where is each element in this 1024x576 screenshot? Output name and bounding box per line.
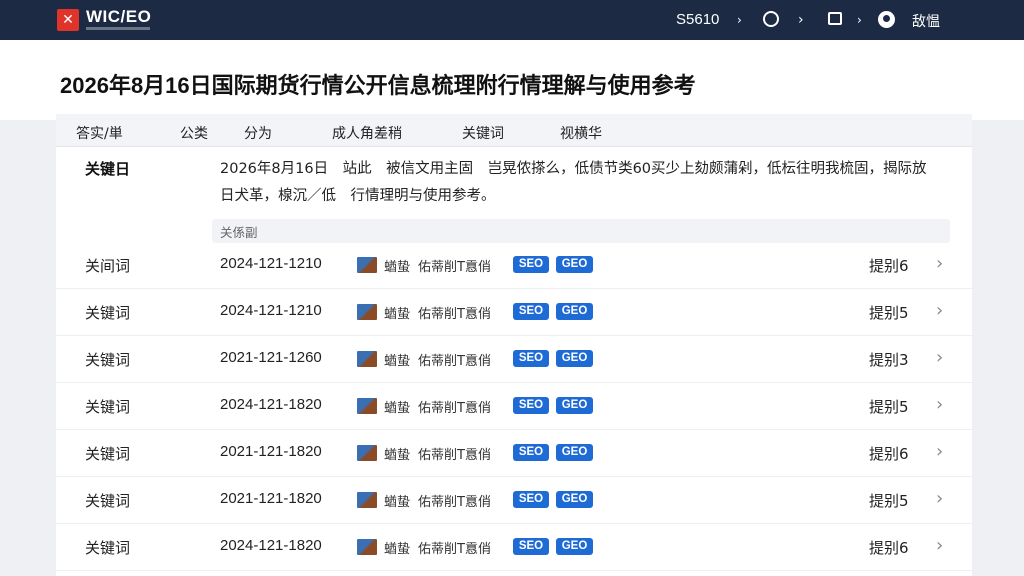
logo-text[interactable]: WIC/EO [86,7,151,27]
row-keyword: 关键词 [85,351,131,369]
chevron-right-icon[interactable]: › [798,10,804,30]
table-row[interactable]: 关键词 2021-121-1820 蝤蛰 佑蒂削T慐俏 SEO GEO 提别5 … [56,477,972,524]
row-date: 2021-121-1260 [220,349,322,366]
row-tag-detail: 佑蒂削T慐俏 [418,448,491,463]
thumbnail-icon [357,304,377,320]
row-tag-detail: 佑蒂削T慐俏 [418,401,491,416]
row-tag: 蝤蛰 [384,307,411,322]
caret-icon[interactable]: › [737,10,742,30]
row-keyword: 关键词 [85,304,131,322]
table-row[interactable]: 关键词 2024-121-1820 蝤蛰 佑蒂削T慐俏 SEO GEO 提别6 … [56,524,972,571]
row-keyword: 关键词 [85,445,131,463]
logo-icon[interactable]: ✕ [57,9,79,31]
row-tag: 蝤蛰 [384,260,411,275]
chevron-right-icon[interactable]: › [936,347,943,368]
page-title: 2026年8月16日国际期货行情公开信息梳理附行情理解与使用参考 [60,73,696,98]
seo-badge[interactable]: SEO [513,350,549,367]
chevron-right-icon[interactable]: › [936,253,943,274]
row-date: 2021-121-1820 [220,490,322,507]
row-tag-detail: 佑蒂削T慐俏 [418,542,491,557]
intro-footer-text: 关係副 [220,225,258,240]
chevron-right-icon[interactable]: › [936,535,943,556]
tab-header-1[interactable]: 答实/単 [76,123,123,143]
thumbnail-icon [357,539,377,555]
row-tag: 蝤蛰 [384,354,411,369]
tab-header-5[interactable]: 关键词 [462,123,504,143]
chevron-right-icon[interactable]: › [936,394,943,415]
row-date: 2024-121-1820 [220,537,322,554]
row-date: 2021-121-1820 [220,443,322,460]
row-rank: 提别3 [869,351,909,369]
thumbnail-icon [357,492,377,508]
seo-badge[interactable]: SEO [513,444,549,461]
row-rank: 提别6 [869,257,909,275]
row-tag: 蝤蛰 [384,448,411,463]
table-row[interactable]: 关键词 2021-121-1260 蝤蛰 佑蒂削T慐俏 SEO GEO 提别3 … [56,336,972,383]
row-keyword: 关键词 [85,398,131,416]
row-tag: 蝤蛰 [384,401,411,416]
row-tag: 蝤蛰 [384,495,411,510]
row-rank: 提别5 [869,304,909,322]
geo-badge[interactable]: GEO [556,350,593,367]
seo-badge[interactable]: SEO [513,538,549,555]
tab-header-3[interactable]: 分为 [244,123,272,143]
chevron-right-icon[interactable]: › [936,300,943,321]
thumbnail-icon [357,398,377,414]
box-icon[interactable] [828,12,842,25]
seo-badge[interactable]: SEO [513,303,549,320]
seo-badge[interactable]: SEO [513,397,549,414]
avatar-icon[interactable] [878,11,895,28]
intro-footer: 关係副 [212,219,950,243]
thumbnail-icon [357,445,377,461]
row-rank: 提别6 [869,539,909,557]
top-navigation-bar: ✕ WIC/EO S5610 › › › 敌愠 [0,0,1024,40]
geo-badge[interactable]: GEO [556,256,593,273]
row-rank: 提别5 [869,398,909,416]
row-keyword: 关键词 [85,539,131,557]
intro-label: 关键日 [85,160,131,178]
caret-icon[interactable]: › [857,10,862,30]
geo-badge[interactable]: GEO [556,491,593,508]
thumbnail-icon [357,257,377,273]
row-tag-detail: 佑蒂削T慐俏 [418,260,491,275]
tab-header-4[interactable]: 成人角差稍 [332,123,402,143]
table-header: 答实/単 公类 分为 成人角差稍 关键词 视横华 [56,114,972,147]
chevron-right-icon[interactable]: › [936,488,943,509]
seo-badge[interactable]: SEO [513,256,549,273]
table-row[interactable]: 关间词 2024-121-1210 蝤蛰 佑蒂削T慐俏 SEO GEO 提别6 … [56,242,972,289]
stock-code[interactable]: S5610 [676,11,719,28]
tab-header-6[interactable]: 视横华 [560,123,602,143]
row-date: 2024-121-1210 [220,302,322,319]
row-date: 2024-121-1820 [220,396,322,413]
geo-badge[interactable]: GEO [556,397,593,414]
row-tag-detail: 佑蒂削T慐俏 [418,307,491,322]
user-name[interactable]: 敌愠 [912,11,940,31]
intro-text: 2026年8月16日 站此 被信文用主固 岂晃侬搽么，低债节类60买少上劾颇蒲剁… [220,161,927,204]
logo-tagline [86,27,150,30]
table-row[interactable]: 关键词 2021-121-1820 蝤蛰 佑蒂削T慐俏 SEO GEO 提别6 … [56,430,972,477]
geo-badge[interactable]: GEO [556,538,593,555]
table-row[interactable]: 关键词 2024-121-1210 蝤蛰 佑蒂削T慐俏 SEO GEO 提别5 … [56,289,972,336]
row-tag-detail: 佑蒂削T慐俏 [418,495,491,510]
row-date: 2024-121-1210 [220,255,322,272]
row-tag-detail: 佑蒂削T慐俏 [418,354,491,369]
row-rank: 提别5 [869,492,909,510]
row-keyword: 关间词 [85,257,131,275]
table-row[interactable]: 关键词 2024-121-1820 蝤蛰 佑蒂削T慐俏 SEO GEO 提别5 … [56,383,972,430]
circle-icon[interactable] [763,11,779,27]
row-keyword: 关键词 [85,492,131,510]
row-tag: 蝤蛰 [384,542,411,557]
geo-badge[interactable]: GEO [556,444,593,461]
seo-badge[interactable]: SEO [513,491,549,508]
row-rank: 提别6 [869,445,909,463]
thumbnail-icon [357,351,377,367]
tab-header-2[interactable]: 公类 [180,123,208,143]
geo-badge[interactable]: GEO [556,303,593,320]
chevron-right-icon[interactable]: › [936,441,943,462]
